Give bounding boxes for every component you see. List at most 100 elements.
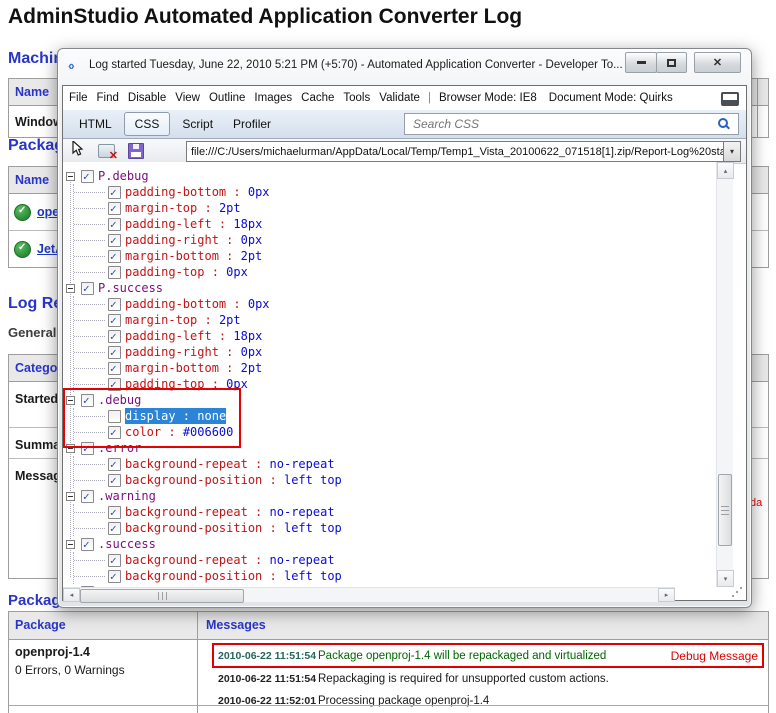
scroll-right-button[interactable]: ▸ xyxy=(658,588,675,602)
expander-icon[interactable] xyxy=(66,284,75,293)
close-button[interactable]: ✕ xyxy=(694,52,741,73)
menu-item-find[interactable]: Find xyxy=(97,92,119,104)
css-property-row[interactable]: background-position : left top xyxy=(74,568,716,584)
property-checkbox[interactable] xyxy=(108,378,121,391)
property-checkbox[interactable] xyxy=(108,186,121,199)
rule-selector: .warning xyxy=(98,488,156,504)
scroll-down-button[interactable]: ▾ xyxy=(717,570,734,587)
property-checkbox[interactable] xyxy=(108,234,121,247)
rule-checkbox[interactable] xyxy=(81,170,94,183)
property-checkbox[interactable] xyxy=(108,426,121,439)
menu-item-images[interactable]: Images xyxy=(254,92,292,104)
rule-checkbox[interactable] xyxy=(81,394,94,407)
css-rule-row[interactable]: .error xyxy=(66,440,716,456)
save-icon[interactable] xyxy=(128,143,144,159)
css-property-row[interactable]: margin-bottom : 2pt xyxy=(74,360,716,376)
url-dropdown-button[interactable]: ▾ xyxy=(723,142,740,161)
vertical-scrollbar[interactable]: ▴ ▾ xyxy=(716,162,733,587)
rule-checkbox[interactable] xyxy=(81,586,94,588)
property-checkbox[interactable] xyxy=(108,458,121,471)
css-rule-row[interactable]: .warning xyxy=(66,488,716,504)
rule-checkbox[interactable] xyxy=(81,490,94,503)
css-property-row[interactable]: padding-right : 0px xyxy=(74,232,716,248)
maximize-button[interactable] xyxy=(656,52,687,73)
menu-item-file[interactable]: File xyxy=(69,92,88,104)
expander-icon[interactable] xyxy=(66,172,75,181)
css-property-row[interactable]: background-repeat : no-repeat xyxy=(74,456,716,472)
property-checkbox[interactable] xyxy=(108,474,121,487)
css-rule-row[interactable]: P.success xyxy=(66,280,716,296)
css-property-row[interactable]: padding-right : 0px xyxy=(74,344,716,360)
clear-cache-icon[interactable] xyxy=(98,144,115,158)
property-checkbox[interactable] xyxy=(108,314,121,327)
menu-item-cache[interactable]: Cache xyxy=(301,92,334,104)
property-checkbox[interactable] xyxy=(108,522,121,535)
tab-profiler[interactable]: Profiler xyxy=(223,112,281,136)
css-property-row[interactable]: padding-bottom : 0px xyxy=(74,184,716,200)
select-element-icon[interactable] xyxy=(70,141,85,162)
horizontal-scroll-thumb[interactable] xyxy=(80,589,244,603)
rule-checkbox[interactable] xyxy=(81,538,94,551)
tab-css[interactable]: CSS xyxy=(124,112,171,136)
devtools-titlebar[interactable]: ‹› Log started Tuesday, June 22, 2010 5:… xyxy=(58,49,751,85)
css-rule-row[interactable]: .debug xyxy=(66,392,716,408)
search-input[interactable] xyxy=(411,116,716,132)
tree-connector xyxy=(74,416,105,417)
property-checkbox[interactable] xyxy=(108,506,121,519)
menu-item-validate[interactable]: Validate xyxy=(379,92,420,104)
css-property-row[interactable]: margin-top : 2pt xyxy=(74,312,716,328)
search-box[interactable] xyxy=(404,113,739,135)
browser-mode-menu[interactable]: Browser Mode: IE8 xyxy=(439,92,537,104)
css-property-row[interactable]: padding-bottom : 0px xyxy=(74,296,716,312)
scroll-left-button[interactable]: ◂ xyxy=(63,588,80,602)
rule-checkbox[interactable] xyxy=(81,442,94,455)
menu-item-disable[interactable]: Disable xyxy=(128,92,166,104)
expander-icon[interactable] xyxy=(66,492,75,501)
property-checkbox[interactable] xyxy=(108,570,121,583)
expander-icon[interactable] xyxy=(66,540,75,549)
property-checkbox[interactable] xyxy=(108,202,121,215)
css-rule-row[interactable] xyxy=(66,584,716,587)
property-checkbox[interactable] xyxy=(108,218,121,231)
menu-item-outline[interactable]: Outline xyxy=(209,92,245,104)
property-checkbox[interactable] xyxy=(108,250,121,263)
property-checkbox[interactable] xyxy=(108,330,121,343)
rule-checkbox[interactable] xyxy=(81,282,94,295)
css-property-row[interactable]: margin-bottom : 2pt xyxy=(74,248,716,264)
css-property-row[interactable]: background-repeat : no-repeat xyxy=(74,504,716,520)
css-property-row[interactable]: background-position : left top xyxy=(74,520,716,536)
css-rule-row[interactable]: P.debug xyxy=(66,168,716,184)
property-checkbox[interactable] xyxy=(108,362,121,375)
css-property-row[interactable]: padding-top : 0px xyxy=(74,264,716,280)
css-property-row[interactable]: margin-top : 2pt xyxy=(74,200,716,216)
css-property-row[interactable]: padding-left : 18px xyxy=(74,216,716,232)
vertical-scroll-thumb[interactable] xyxy=(718,474,732,546)
css-property-row[interactable]: background-repeat : no-repeat xyxy=(74,552,716,568)
pin-window-icon[interactable] xyxy=(721,92,739,106)
tab-html[interactable]: HTML xyxy=(69,112,122,136)
resize-grip[interactable] xyxy=(731,586,743,598)
css-rule-row[interactable]: .success xyxy=(66,536,716,552)
css-property-row[interactable]: display : none xyxy=(74,408,716,424)
document-mode-menu[interactable]: Document Mode: Quirks xyxy=(549,92,673,104)
css-property-row[interactable]: padding-top : 0px xyxy=(74,376,716,392)
minimize-button[interactable] xyxy=(625,52,657,73)
horizontal-scrollbar[interactable]: ◂ ▸ xyxy=(63,587,675,602)
property-checkbox[interactable] xyxy=(108,554,121,567)
tab-script[interactable]: Script xyxy=(172,112,223,136)
search-icon[interactable] xyxy=(718,118,730,130)
css-property-row[interactable]: color : #006600 xyxy=(74,424,716,440)
url-combobox[interactable]: file:///C:/Users/michaelurman/AppData/Lo… xyxy=(186,141,741,162)
css-property-row[interactable]: background-position : left top xyxy=(74,472,716,488)
property-colon: : xyxy=(204,377,226,391)
property-checkbox[interactable] xyxy=(108,298,121,311)
scroll-up-button[interactable]: ▴ xyxy=(717,162,734,179)
property-checkbox[interactable] xyxy=(108,266,121,279)
menu-item-view[interactable]: View xyxy=(175,92,200,104)
expander-icon[interactable] xyxy=(66,396,75,405)
css-property-row[interactable]: padding-left : 18px xyxy=(74,328,716,344)
property-checkbox[interactable] xyxy=(108,346,121,359)
property-checkbox[interactable] xyxy=(108,410,121,423)
expander-icon[interactable] xyxy=(66,444,75,453)
menu-item-tools[interactable]: Tools xyxy=(343,92,370,104)
